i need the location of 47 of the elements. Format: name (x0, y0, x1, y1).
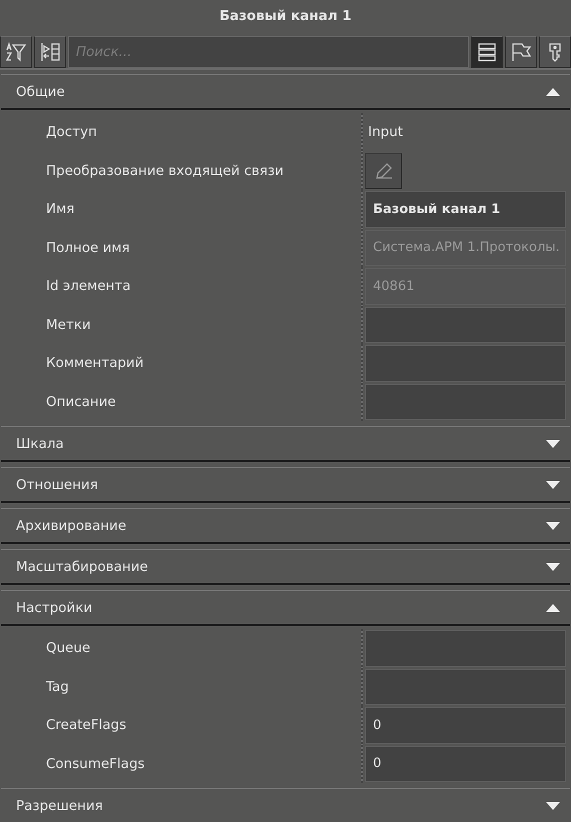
key-view-button[interactable] (539, 36, 571, 68)
sort-filter-icon (5, 41, 27, 63)
expand-icon (39, 41, 61, 63)
input-field[interactable] (365, 630, 566, 666)
input-field[interactable]: 0 (365, 707, 566, 744)
input-field[interactable]: 0 (365, 746, 566, 782)
property-label: Преобразование входящей связи (46, 162, 284, 179)
sort-filter-button[interactable] (0, 36, 32, 68)
list-view-button[interactable] (471, 36, 503, 68)
section-header[interactable]: Шкала (1, 426, 570, 462)
expand-icon (545, 438, 561, 448)
property-label: Tag (46, 678, 69, 695)
edit-button[interactable] (365, 152, 402, 189)
property-value: Input (367, 124, 403, 140)
flag-icon (510, 41, 532, 63)
expand-icon (545, 520, 561, 530)
property-label: CreateFlags (46, 717, 126, 734)
property-label: ConsumeFlags (46, 756, 145, 772)
flag-view-button[interactable] (505, 36, 537, 68)
input-field[interactable] (365, 384, 566, 420)
input-field[interactable] (365, 668, 566, 705)
input-field[interactable] (365, 345, 566, 382)
collapse-icon (545, 86, 561, 96)
section-header[interactable]: Архивирование (1, 508, 570, 544)
window-title: Базовый канал 1 (218, 7, 353, 26)
expand-icon (545, 562, 561, 572)
property-label: Id элемента (46, 278, 131, 294)
section-header[interactable]: Масштабирование (1, 549, 570, 585)
property-label: Комментарий (46, 355, 144, 372)
list-icon (476, 41, 498, 63)
input-field[interactable]: Базовый канал 1 (365, 191, 566, 228)
search-field[interactable]: Поиск... (69, 37, 468, 67)
section-header[interactable]: Общие (1, 74, 570, 110)
property-label: Queue (46, 640, 90, 656)
collapse-icon (545, 602, 561, 612)
property-label: Полное имя (46, 240, 130, 256)
property-label: Имя (46, 201, 74, 218)
property-label: Описание (46, 394, 116, 410)
section-header[interactable]: Отношения (1, 467, 570, 503)
property-label: Метки (46, 316, 91, 333)
input-field[interactable] (365, 306, 566, 343)
expand-icon (545, 480, 561, 490)
expand-icon (545, 800, 561, 810)
section-header[interactable]: Настройки (1, 590, 570, 626)
expand-button[interactable] (34, 36, 66, 68)
pencil-icon (374, 160, 394, 181)
property-label: Доступ (46, 124, 97, 140)
